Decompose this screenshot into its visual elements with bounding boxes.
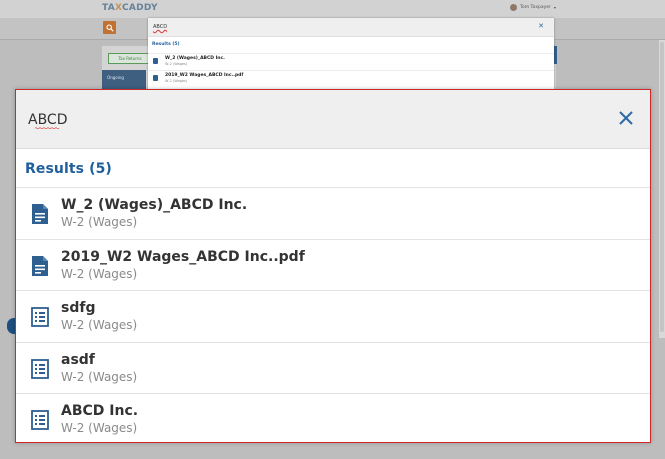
- search-popover-header: ABCD ✕: [148, 18, 554, 37]
- close-icon[interactable]: ✕: [538, 22, 544, 30]
- result-subtitle-small: W-2 (Wages): [165, 62, 188, 66]
- search-input[interactable]: [28, 108, 588, 132]
- result-subtitle: W-2 (Wages): [61, 369, 138, 384]
- avatar: [510, 4, 517, 11]
- search-button[interactable]: [103, 21, 116, 34]
- close-icon[interactable]: [616, 108, 636, 128]
- search-header: [16, 90, 650, 149]
- spellcheck-underline: [34, 127, 60, 129]
- result-subtitle-small: W-2 (Wages): [165, 79, 188, 83]
- list-item[interactable]: asdf W-2 (Wages): [16, 341, 650, 394]
- list-form-icon: [31, 358, 49, 379]
- results-label-small: Results (5): [152, 42, 180, 47]
- result-title: asdf: [61, 351, 95, 368]
- result-subtitle: W-2 (Wages): [61, 266, 138, 281]
- search-icon: [105, 23, 114, 32]
- nav-tab[interactable]: Ongoing: [102, 70, 146, 90]
- result-title-small: 2019_W2 Wages_ABCD Inc..pdf: [165, 73, 244, 78]
- result-title-small: W_2 (Wages)_ABCD Inc.: [165, 56, 225, 61]
- top-bar: TAXCADDY Tom Taxpayer ▾: [0, 0, 665, 18]
- result-title: W_2 (Wages)_ABCD Inc.: [61, 197, 248, 213]
- taxcaddy-logo[interactable]: TAXCADDY: [102, 3, 158, 13]
- tax-returns-button[interactable]: Tax Returns: [108, 53, 152, 64]
- search-results-panel: Results (5) W_2 (Wages)_ABCD Inc. W-2 (W…: [15, 89, 651, 443]
- list-form-icon: [31, 307, 49, 327]
- result-title: ABCD Inc.: [61, 403, 139, 419]
- chevron-down-icon: ▾: [553, 5, 556, 10]
- list-item[interactable]: 2019_W2 Wages_ABCD Inc..pdf W-2 (Wages): [16, 238, 650, 291]
- result-subtitle: W-2 (Wages): [61, 215, 138, 229]
- document-icon: [32, 204, 48, 224]
- result-subtitle: W-2 (Wages): [61, 318, 138, 332]
- result-title: sdfg: [61, 300, 96, 316]
- document-icon: [32, 255, 48, 276]
- list-item-small[interactable]: 2019_W2 Wages_ABCD Inc..pdf W-2 (Wages): [148, 70, 554, 86]
- scrollbar-thumb[interactable]: [660, 42, 664, 332]
- user-menu[interactable]: Tom Taxpayer ▾: [510, 4, 556, 11]
- list-item-small[interactable]: W_2 (Wages)_ABCD Inc. W-2 (Wages): [148, 53, 554, 69]
- result-subtitle: W-2 (Wages): [61, 421, 138, 435]
- list-form-icon: [31, 410, 49, 430]
- search-popover-small: ABCD ✕ Results (5) W_2 (Wages)_ABCD Inc.…: [148, 18, 554, 92]
- search-query-small[interactable]: ABCD: [153, 24, 167, 30]
- document-icon: [153, 75, 158, 81]
- results-count-label: Results (5): [25, 161, 112, 177]
- nav-tab-label: Ongoing: [107, 75, 124, 80]
- user-name: Tom Taxpayer: [520, 5, 551, 10]
- list-item[interactable]: sdfg W-2 (Wages): [16, 290, 650, 342]
- document-icon: [153, 58, 158, 64]
- list-item[interactable]: W_2 (Wages)_ABCD Inc. W-2 (Wages): [16, 187, 650, 239]
- result-title: 2019_W2 Wages_ABCD Inc..pdf: [61, 248, 305, 265]
- results-list: W_2 (Wages)_ABCD Inc. W-2 (Wages) 2019_W…: [16, 187, 650, 442]
- list-item[interactable]: ABCD Inc. W-2 (Wages): [16, 393, 650, 442]
